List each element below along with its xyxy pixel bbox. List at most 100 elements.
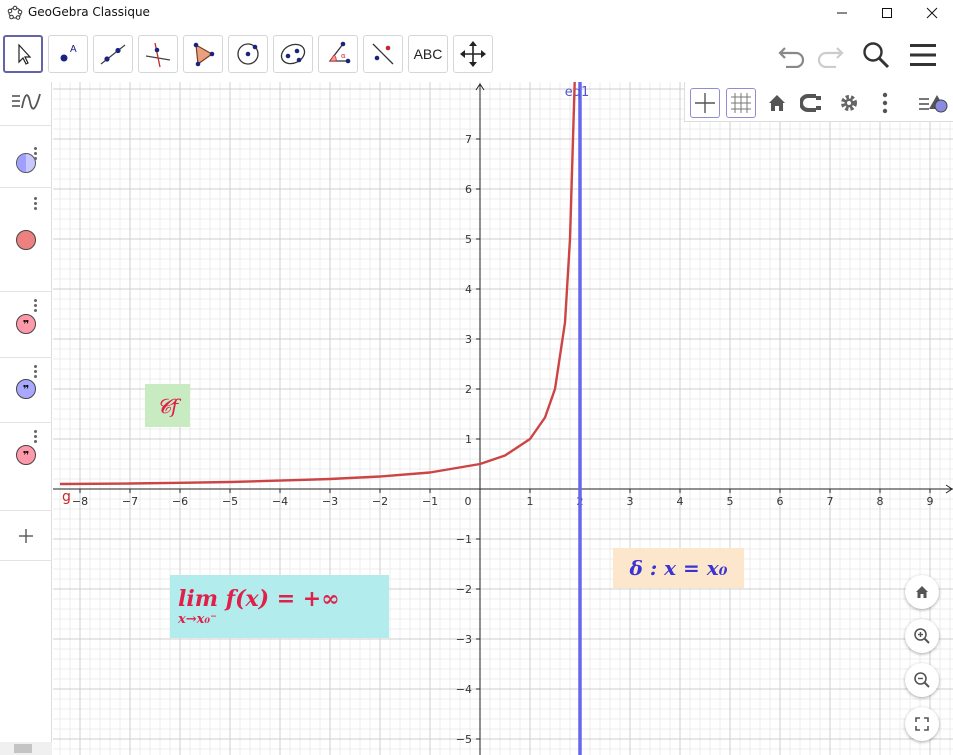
grid-toggle-button[interactable] <box>726 88 756 118</box>
x-tick-label: −8 <box>72 495 88 508</box>
home-icon <box>769 95 785 111</box>
limit-text-label[interactable]: lim f(x) = +∞ x→x₀⁻ <box>170 575 389 638</box>
home-icon <box>916 586 928 598</box>
move-view-tool[interactable] <box>453 35 493 73</box>
axes-toggle-button[interactable] <box>690 88 720 118</box>
curve-name-label[interactable]: 𝓒f <box>145 384 190 427</box>
zoom-in-icon <box>914 628 930 644</box>
x-tick-label: −6 <box>172 495 188 508</box>
minimize-button[interactable] <box>819 0 865 26</box>
text-tool[interactable]: ABC <box>408 35 448 73</box>
algebra-item-text-3[interactable]: ❞ <box>0 423 52 511</box>
filled-circle-icon[interactable] <box>16 230 36 250</box>
maximize-button[interactable] <box>864 0 910 26</box>
scrollbar-thumb[interactable] <box>14 744 32 753</box>
point-capture-icon <box>800 94 821 112</box>
more-options-icon[interactable] <box>34 365 38 380</box>
undo-button[interactable] <box>776 39 808 71</box>
close-button[interactable] <box>909 0 953 26</box>
x-tick-label: 1 <box>527 495 534 508</box>
x-tick-label: −4 <box>272 495 288 508</box>
x-tick-label: −5 <box>222 495 238 508</box>
more-options-icon <box>882 92 888 114</box>
move-tool[interactable] <box>3 35 43 73</box>
line-icon <box>100 44 126 65</box>
polygon-icon <box>193 42 215 67</box>
move-view-icon <box>460 41 486 67</box>
axes-toggle-icon <box>695 93 715 113</box>
x-tick-label: 9 <box>927 495 934 508</box>
geogebra-logo-icon <box>7 5 23 20</box>
standard-view-button[interactable] <box>762 88 792 118</box>
graphics-view[interactable]: −8−7−6−5−4−3−2−101234567891234567−1−2−3−… <box>53 82 953 755</box>
perpendicular-tool[interactable] <box>138 35 178 73</box>
quote-icon[interactable]: ❞ <box>16 379 36 399</box>
window-title: GeoGebra Classique <box>28 5 150 19</box>
more-options-icon[interactable] <box>34 430 38 445</box>
point-tool[interactable]: A <box>48 35 88 73</box>
asymptote-equation-label[interactable]: δ : x = x₀ <box>613 548 744 588</box>
more-options-icon[interactable] <box>34 147 38 162</box>
circle-center-point-icon <box>237 43 259 65</box>
redo-icon <box>817 47 844 68</box>
x-tick-label: 7 <box>827 495 834 508</box>
algebra-view: ❞ ❞ ❞ <box>0 82 52 755</box>
x-tick-label: −2 <box>372 495 388 508</box>
y-tick-label: 4 <box>465 283 472 296</box>
redo-button[interactable] <box>814 39 846 71</box>
y-tick-label: 6 <box>465 183 472 196</box>
home-view-button[interactable] <box>905 575 939 609</box>
text-tool-label: ABC <box>413 46 443 62</box>
reflect-tool[interactable] <box>363 35 403 73</box>
style-bar-toggle-button[interactable] <box>916 88 950 118</box>
settings-gear-icon <box>841 95 857 111</box>
y-tick-label: 1 <box>465 433 472 446</box>
point-capture-button[interactable] <box>798 88 828 118</box>
zoom-out-button[interactable] <box>905 663 939 697</box>
half-filled-circle-icon[interactable] <box>16 153 36 173</box>
settings-button[interactable] <box>834 88 864 118</box>
quote-icon[interactable]: ❞ <box>16 314 36 334</box>
more-options-icon[interactable] <box>34 197 38 212</box>
asymptote-equation-text: δ : x = x₀ <box>629 556 728 580</box>
add-object-row[interactable] <box>0 511 52 561</box>
undo-icon <box>778 47 805 68</box>
algebra-item-text-2[interactable]: ❞ <box>0 358 52 423</box>
perpendicular-line-icon <box>145 42 171 68</box>
algebra-toggle-button[interactable] <box>0 82 52 126</box>
search-icon <box>863 42 890 69</box>
limit-expression: lim f(x) = +∞ <box>178 586 340 612</box>
reflect-line-icon <box>372 43 394 65</box>
x-tick-label: 8 <box>877 495 884 508</box>
polygon-tool[interactable] <box>183 35 223 73</box>
y-tick-label: −2 <box>456 583 472 596</box>
quote-icon[interactable]: ❞ <box>16 445 36 465</box>
angle-tool[interactable]: α <box>318 35 358 73</box>
angle-icon: α <box>328 41 351 64</box>
algebra-item-object-2[interactable] <box>0 188 52 292</box>
zoom-in-button[interactable] <box>905 619 939 653</box>
asymptote-label: eq1 <box>565 85 590 100</box>
line-tool[interactable] <box>93 35 133 73</box>
main-menu-button[interactable] <box>907 39 939 71</box>
algebra-item-text-1[interactable]: ❞ <box>0 292 52 358</box>
close-icon <box>926 7 938 19</box>
x-tick-label: 0 <box>465 495 472 508</box>
more-options-icon[interactable] <box>34 299 38 314</box>
fullscreen-button[interactable] <box>905 707 939 741</box>
minimize-icon <box>837 12 847 14</box>
x-tick-label: 3 <box>627 495 634 508</box>
search-button[interactable] <box>860 39 892 71</box>
more-options-button[interactable] <box>870 88 900 118</box>
point-icon: A <box>60 44 77 62</box>
conic-tool[interactable] <box>273 35 313 73</box>
x-tick-label: −1 <box>422 495 438 508</box>
limit-subscript: x→x₀⁻ <box>178 612 217 627</box>
toolbar: A α ABC <box>0 26 953 82</box>
y-tick-label: 5 <box>465 233 472 246</box>
menu-icon <box>910 44 936 66</box>
circle-tool[interactable] <box>228 35 268 73</box>
x-tick-label: −7 <box>122 495 138 508</box>
horizontal-scrollbar[interactable] <box>0 742 52 755</box>
algebra-item-object-1[interactable] <box>0 136 52 188</box>
